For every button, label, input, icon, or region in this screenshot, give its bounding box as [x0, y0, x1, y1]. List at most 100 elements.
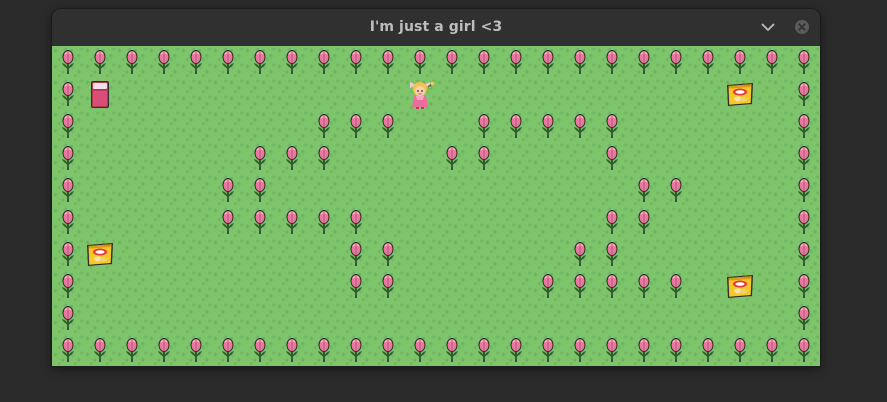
flower-icon — [180, 46, 212, 78]
flower-icon — [404, 46, 436, 78]
flower-icon — [436, 334, 468, 366]
bed-icon — [84, 78, 116, 110]
flower-icon — [308, 206, 340, 238]
flower-icon — [500, 334, 532, 366]
flower-icon — [340, 334, 372, 366]
flower-icon — [436, 142, 468, 174]
flower-icon — [500, 46, 532, 78]
flower-icon — [276, 142, 308, 174]
flower-icon — [276, 46, 308, 78]
flower-icon — [276, 334, 308, 366]
flower-icon — [660, 334, 692, 366]
flower-icon — [756, 334, 788, 366]
flower-icon — [340, 206, 372, 238]
flower-icon — [628, 174, 660, 206]
flower-icon — [52, 334, 84, 366]
flower-icon — [84, 46, 116, 78]
flower-icon — [212, 174, 244, 206]
flower-icon — [724, 46, 756, 78]
flower-icon — [756, 46, 788, 78]
flower-icon — [660, 174, 692, 206]
flower-icon — [148, 46, 180, 78]
chips-icon — [724, 78, 756, 110]
flower-icon — [180, 334, 212, 366]
flower-icon — [52, 174, 84, 206]
flower-icon — [788, 270, 820, 302]
flower-icon — [596, 206, 628, 238]
flower-icon — [564, 110, 596, 142]
flower-icon — [724, 334, 756, 366]
flower-icon — [596, 270, 628, 302]
flower-icon — [308, 334, 340, 366]
flower-icon — [52, 78, 84, 110]
flower-icon — [532, 270, 564, 302]
flower-icon — [244, 46, 276, 78]
close-icon — [795, 20, 809, 34]
flower-icon — [692, 46, 724, 78]
flower-icon — [340, 238, 372, 270]
flower-icon — [788, 334, 820, 366]
flower-icon — [276, 206, 308, 238]
flower-icon — [116, 46, 148, 78]
flower-icon — [372, 46, 404, 78]
flower-icon — [788, 78, 820, 110]
flower-icon — [788, 238, 820, 270]
flower-icon — [596, 142, 628, 174]
flower-icon — [340, 110, 372, 142]
minimize-button[interactable] — [758, 17, 778, 37]
flower-icon — [468, 46, 500, 78]
flower-icon — [564, 46, 596, 78]
flower-icon — [788, 110, 820, 142]
flower-icon — [532, 46, 564, 78]
flower-icon — [468, 142, 500, 174]
flower-icon — [116, 334, 148, 366]
game-canvas[interactable] — [52, 46, 820, 366]
chips-icon — [84, 238, 116, 270]
flower-icon — [468, 110, 500, 142]
flower-icon — [788, 206, 820, 238]
flower-icon — [212, 334, 244, 366]
flower-icon — [660, 270, 692, 302]
flower-icon — [596, 46, 628, 78]
flower-icon — [372, 110, 404, 142]
flower-icon — [212, 206, 244, 238]
flower-icon — [52, 142, 84, 174]
flower-icon — [212, 46, 244, 78]
flower-icon — [308, 46, 340, 78]
flower-icon — [308, 110, 340, 142]
flower-icon — [308, 142, 340, 174]
flower-icon — [692, 334, 724, 366]
flower-icon — [596, 238, 628, 270]
flower-icon — [628, 206, 660, 238]
title-bar[interactable]: I'm just a girl <3 — [52, 9, 820, 47]
flower-icon — [52, 206, 84, 238]
flower-icon — [788, 302, 820, 334]
flower-icon — [628, 334, 660, 366]
flower-icon — [244, 206, 276, 238]
flower-icon — [788, 46, 820, 78]
close-button[interactable] — [792, 17, 812, 37]
flower-icon — [628, 270, 660, 302]
flower-icon — [564, 334, 596, 366]
flower-icon — [500, 110, 532, 142]
flower-icon — [660, 46, 692, 78]
chips-icon — [724, 270, 756, 302]
flower-icon — [788, 142, 820, 174]
flower-icon — [628, 46, 660, 78]
flower-icon — [788, 174, 820, 206]
chevron-down-icon — [761, 23, 775, 31]
flower-icon — [532, 334, 564, 366]
flower-icon — [244, 174, 276, 206]
player-character — [404, 78, 436, 110]
flower-icon — [564, 238, 596, 270]
flower-icon — [244, 142, 276, 174]
flower-icon — [596, 334, 628, 366]
flower-icon — [372, 334, 404, 366]
flower-icon — [52, 270, 84, 302]
flower-icon — [372, 238, 404, 270]
game-window: I'm just a girl <3 — [52, 9, 820, 366]
flower-icon — [52, 302, 84, 334]
flower-icon — [596, 110, 628, 142]
flower-icon — [564, 270, 596, 302]
flower-icon — [468, 334, 500, 366]
